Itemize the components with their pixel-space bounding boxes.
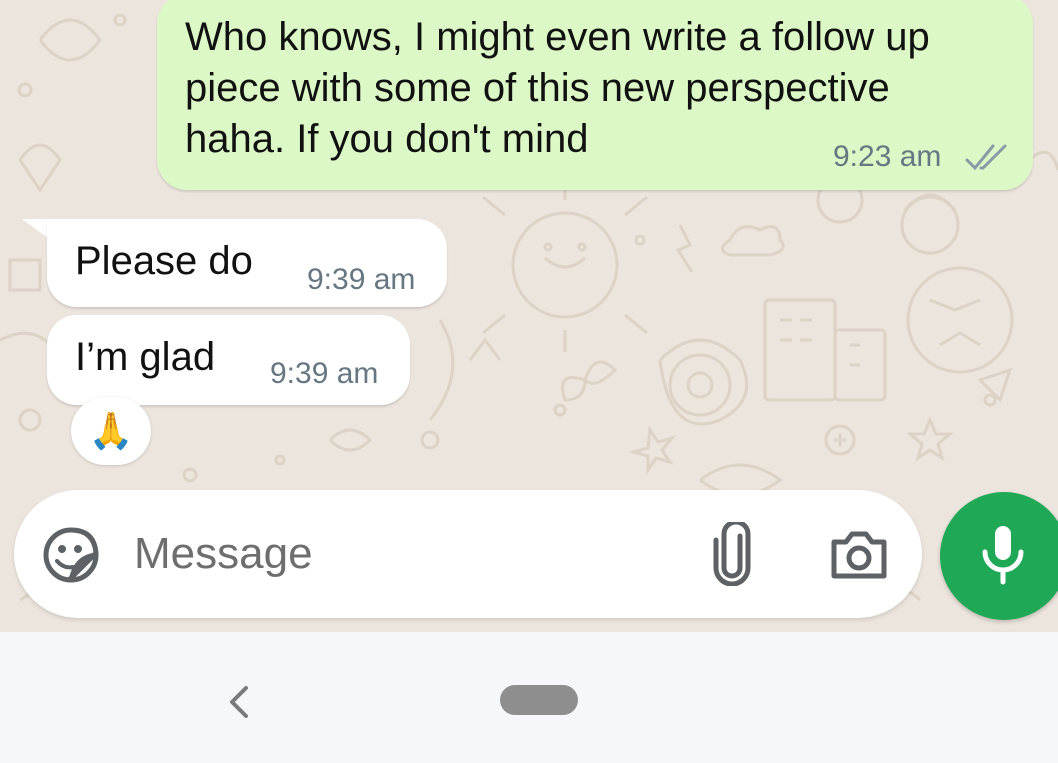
- camera-icon[interactable]: [830, 530, 888, 580]
- message-line: haha. If you don't mind: [185, 117, 589, 161]
- outgoing-message-bubble[interactable]: Who knows, I might even write a follow u…: [157, 0, 1033, 190]
- sticker-emoji-icon[interactable]: [42, 526, 100, 584]
- message-timestamp: 9:39 am: [270, 357, 379, 390]
- message-line: piece with some of this new perspective: [185, 66, 890, 110]
- compose-bar: [14, 490, 922, 618]
- reaction-badge[interactable]: 🙏: [71, 397, 151, 465]
- back-chevron-icon[interactable]: [224, 682, 254, 722]
- message-input[interactable]: [132, 520, 676, 588]
- voice-record-button[interactable]: [940, 492, 1058, 620]
- home-pill-icon[interactable]: [500, 685, 578, 715]
- message-timestamp: 9:23 am: [833, 140, 942, 173]
- chat-area[interactable]: Who knows, I might even write a follow u…: [0, 0, 1058, 632]
- message-text: I’m glad: [75, 335, 216, 379]
- system-navigation-bar: [0, 632, 1058, 763]
- message-line: Who knows, I might even write a follow u…: [185, 15, 930, 59]
- paperclip-icon[interactable]: [710, 522, 754, 586]
- incoming-message-bubble[interactable]: I’m glad 9:39 am: [47, 315, 410, 405]
- microphone-icon: [982, 526, 1024, 585]
- message-text: Please do: [75, 239, 253, 283]
- incoming-message-bubble[interactable]: Please do 9:39 am: [47, 219, 447, 307]
- double-check-icon: [965, 144, 1007, 171]
- message-timestamp: 9:39 am: [307, 263, 416, 296]
